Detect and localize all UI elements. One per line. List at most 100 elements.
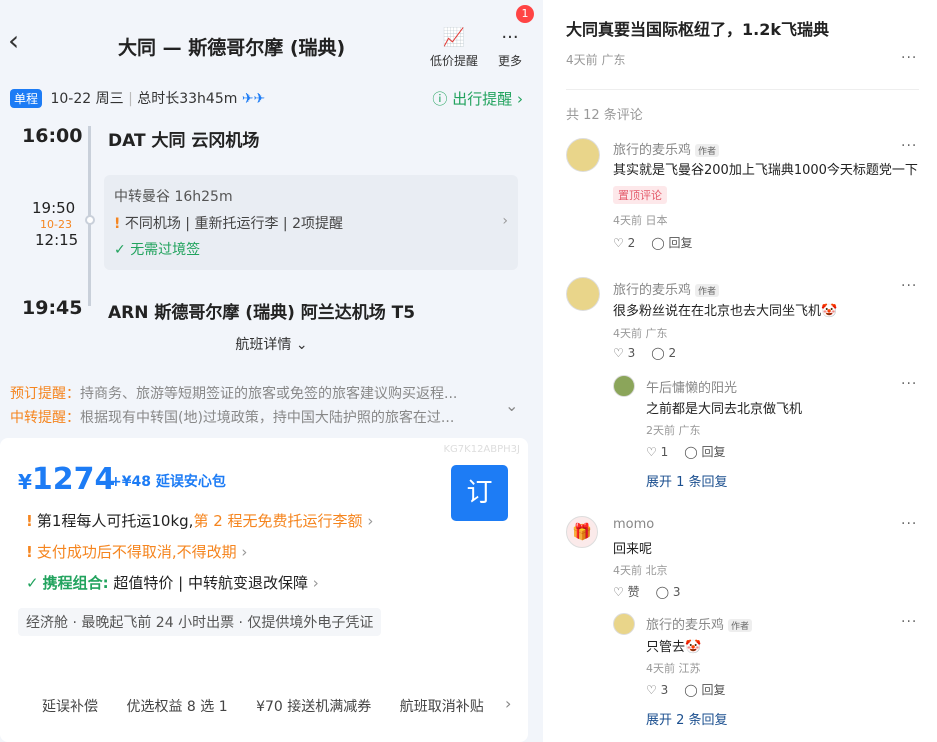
more-dots-icon[interactable]: ··· — [901, 138, 917, 154]
transfer-arrive-time: 19:50 — [32, 199, 76, 217]
comment-username[interactable]: 午后慵懒的阳光 — [646, 377, 737, 396]
next-day-date: 10-23 — [40, 218, 72, 231]
cabin-info: 经济舱 · 最晚起飞前 24 小时出票 · 仅提供境外电子凭证 — [18, 608, 382, 636]
chart-bell-icon: 📈 — [442, 27, 466, 48]
chevron-right-icon[interactable]: › — [505, 694, 511, 713]
comment-actions: ♡ 2 ◯ 回复 — [613, 234, 708, 251]
avatar[interactable] — [566, 277, 600, 311]
comment-text: 只管去🤡 — [646, 640, 702, 655]
comment-actions: ♡ 3 ◯ 回复 — [646, 681, 741, 698]
depart-airport: DAT 大同 云冈机场 — [108, 131, 260, 151]
comment-username[interactable]: 旅行的麦乐鸡 作者 — [613, 139, 720, 158]
comment-meta: 4天前 日本 — [613, 214, 668, 227]
comment-username[interactable]: 旅行的麦乐鸡 作者 — [646, 614, 753, 633]
author-tag: 作者 — [695, 284, 720, 297]
comment-username[interactable]: momo — [613, 517, 654, 532]
depart-time: 16:00 — [22, 125, 83, 147]
comments-count: 共 12 条评论 — [566, 108, 643, 123]
arrive-time: 19:45 — [22, 297, 83, 319]
transfer-warnings: ! 不同机场 | 重新托运行李 | 2项提醒 — [114, 216, 343, 232]
divider — [566, 89, 919, 90]
comment-username[interactable]: 旅行的麦乐鸡 作者 — [613, 279, 720, 298]
author-tag: 作者 — [695, 144, 720, 157]
comment-actions: ♡ 赞 ◯ 3 — [613, 583, 696, 600]
flight-header: ‹ 大同 — 斯德哥尔摩 (瑞典) 📈 低价提醒 ··· 更多 1 — [0, 0, 543, 80]
avatar[interactable] — [566, 138, 600, 172]
expand-notices-icon[interactable]: ⌄ — [505, 396, 518, 415]
post-title: 大同真要当国际枢纽了，1.2k飞瑞典 — [566, 20, 829, 39]
avatar[interactable] — [613, 375, 635, 397]
chevron-right-icon: › — [502, 213, 508, 229]
trip-date: 10-22 周三 — [50, 91, 124, 107]
transfer-notice: 中转提醒：根据现有中转国(地)过境政策，持中国大陆护照的旅客在过... — [10, 410, 455, 426]
post-meta: 4天前 广东 — [566, 53, 626, 67]
like-button[interactable]: ♡ 赞 — [613, 585, 648, 599]
transfer-card[interactable]: 中转曼谷 16h25m ! 不同机场 | 重新托运行李 | 2项提醒 ✓ 无需过… — [104, 175, 518, 270]
reply-button[interactable]: ◯ 回复 — [684, 445, 733, 459]
check-icon: ✓ — [26, 574, 39, 592]
comment-text: 很多粉丝说在在北京也去大同坐飞机🤡 — [613, 304, 838, 319]
delay-insurance-addon[interactable]: +¥48 延误安心包 — [110, 471, 226, 491]
more-dots-icon[interactable]: ··· — [901, 50, 917, 66]
transfer-dot — [85, 215, 95, 225]
check-icon: ✓ — [114, 242, 126, 258]
avatar[interactable] — [613, 613, 635, 635]
benefit-chip[interactable]: 优选权益 8 选 1 — [126, 699, 227, 715]
price: ¥1274 — [18, 462, 116, 497]
offer-code: KG7K12ABPH3J — [443, 444, 520, 455]
transfer-depart-time: 12:15 — [35, 231, 79, 249]
low-price-alert-button[interactable]: 📈 低价提醒 — [424, 26, 484, 69]
expand-replies-link[interactable]: 展开 2 条回复 — [646, 709, 728, 728]
route-title: 大同 — 斯德哥尔摩 (瑞典) — [118, 37, 346, 59]
airline-icons: ✈✈ — [241, 91, 266, 107]
benefit-chip[interactable]: 航班取消补贴 — [400, 699, 484, 715]
book-button[interactable]: 订 — [451, 465, 508, 521]
more-dots-icon[interactable]: ··· — [901, 614, 917, 630]
benefit-chip[interactable]: 延误补偿 — [42, 699, 98, 715]
more-button[interactable]: ··· 更多 — [480, 26, 540, 69]
reply-button[interactable]: ◯ 回复 — [684, 683, 733, 697]
flight-details-link[interactable]: 航班详情 ⌄ — [0, 334, 543, 354]
comment-meta: 4天前 广东 — [613, 327, 668, 340]
trip-summary: 单程 10-22 周三 | 总时长33h45m ✈✈ ⓘ 出行提醒 › — [10, 88, 535, 110]
more-dots-icon[interactable]: ··· — [901, 278, 917, 294]
combo-info[interactable]: ✓ 携程组合: 超值特价 | 中转航变退改保障 › — [26, 572, 319, 593]
back-icon[interactable]: ‹ — [8, 26, 19, 56]
comment-meta: 2天前 广东 — [646, 424, 701, 437]
comment-text: 回来呢 — [613, 542, 653, 557]
reply-button[interactable]: ◯ 2 — [651, 346, 684, 360]
like-button[interactable]: ♡ 1 — [646, 445, 676, 459]
comment-meta: 4天前 北京 — [613, 564, 668, 577]
trip-duration: 总时长33h45m — [137, 91, 238, 107]
reply-button[interactable]: ◯ 回复 — [651, 236, 700, 250]
offer-card: KG7K12ABPH3J ¥1274 +¥48 延误安心包 订 ! 第1程每人可托… — [0, 438, 528, 742]
author-tag: 作者 — [728, 619, 753, 632]
more-dots-icon: ··· — [501, 27, 519, 48]
flight-screenshot-panel: ‹ 大同 — 斯德哥尔摩 (瑞典) 📈 低价提醒 ··· 更多 1 单程 10-… — [0, 0, 543, 742]
gift-icon[interactable]: 🎁 — [566, 516, 598, 548]
like-button[interactable]: ♡ 3 — [613, 346, 643, 360]
more-dots-icon[interactable]: ··· — [901, 516, 917, 532]
notification-badge: 1 — [516, 5, 534, 23]
pinned-badge: 置顶评论 — [613, 186, 667, 204]
travel-reminder-link[interactable]: ⓘ 出行提醒 › — [432, 88, 523, 109]
like-button[interactable]: ♡ 3 — [646, 683, 676, 697]
reply-button[interactable]: ◯ 3 — [656, 585, 689, 599]
benefit-chip[interactable]: ¥70 接送机满减券 — [256, 699, 371, 715]
like-button[interactable]: ♡ 2 — [613, 236, 643, 250]
arrive-airport: ARN 斯德哥尔摩 (瑞典) 阿兰达机场 T5 — [108, 303, 416, 323]
more-dots-icon[interactable]: ··· — [901, 376, 917, 392]
comment-text: 其实就是飞曼谷200加上飞瑞典1000今天标题党一下 — [613, 163, 918, 178]
comment-text: 之前都是大同去北京做飞机 — [646, 402, 803, 417]
info-icon: ⓘ — [432, 90, 448, 108]
baggage-rule[interactable]: ! 第1程每人可托运10kg,第 2 程无免费托运行李额 › — [26, 510, 373, 531]
post-panel: 大同真要当国际枢纽了，1.2k飞瑞典 4天前 广东 ··· 共 12 条评论 旅… — [543, 0, 937, 742]
cancellation-rule[interactable]: ! 支付成功后不得取消,不得改期 › — [26, 541, 247, 562]
comment-meta: 4天前 江苏 — [646, 662, 701, 675]
comment-actions: ♡ 3 ◯ 2 — [613, 346, 692, 360]
transfer-summary: 中转曼谷 16h25m — [114, 189, 233, 205]
expand-replies-link[interactable]: 展开 1 条回复 — [646, 471, 728, 490]
benefit-chips: 延误补偿 优选权益 8 选 1 ¥70 接送机满减券 航班取消补贴 — [42, 696, 508, 716]
chevron-down-icon: ⌄ — [291, 337, 308, 353]
one-way-tag: 单程 — [10, 89, 43, 108]
